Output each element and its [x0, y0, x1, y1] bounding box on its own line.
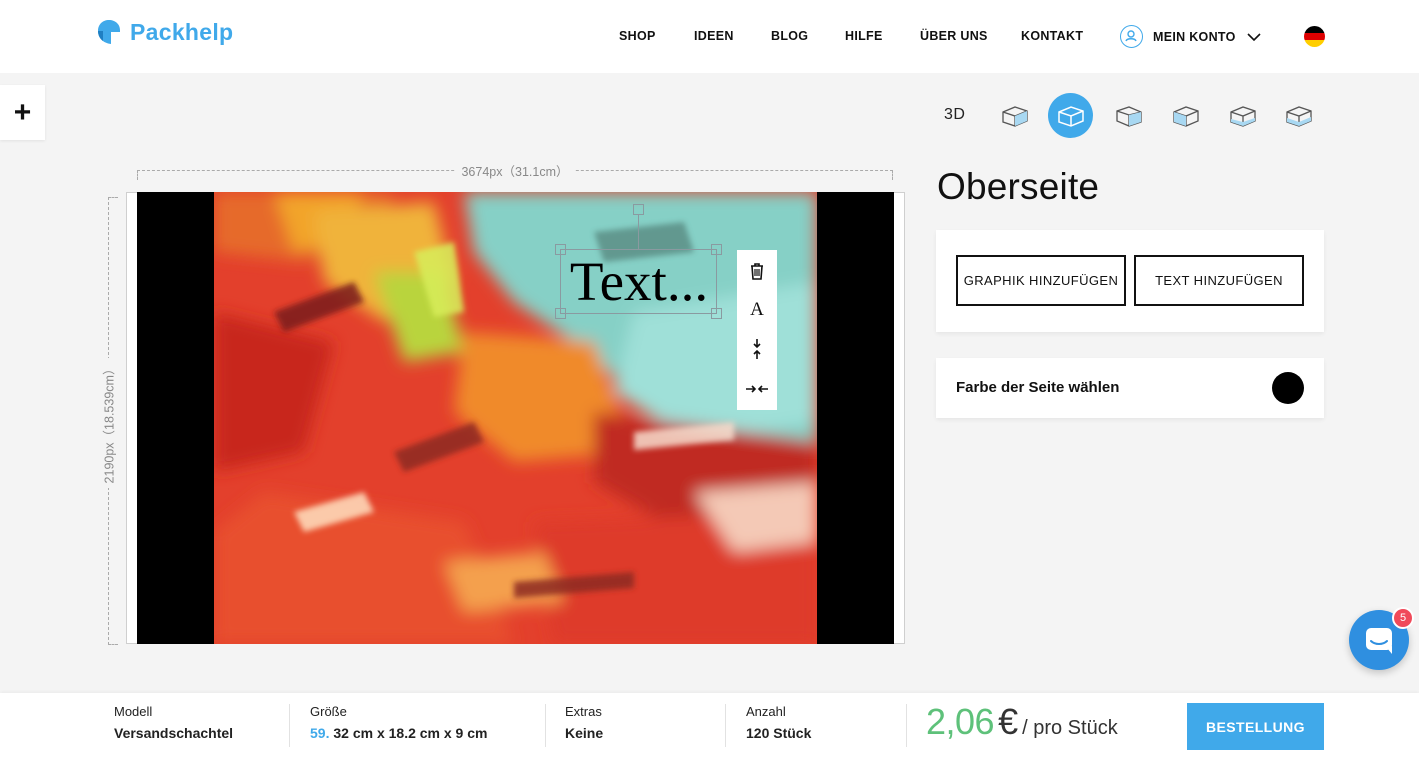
canvas-text-element[interactable]: Text...: [561, 249, 717, 314]
model-value: Versandschachtel: [114, 725, 234, 741]
resize-handle-top-left[interactable]: [555, 244, 566, 255]
view-3d-button[interactable]: 3D: [944, 106, 965, 124]
nav-ueber-uns[interactable]: ÜBER UNS: [920, 29, 988, 43]
resize-handle-top-right[interactable]: [711, 244, 722, 255]
nav-kontakt[interactable]: KONTAKT: [1021, 29, 1083, 43]
nav-hilfe[interactable]: HILFE: [845, 29, 883, 43]
text-tools-panel: A: [737, 250, 777, 410]
font-icon[interactable]: A: [737, 295, 777, 325]
account-label: MEIN KONTO: [1153, 29, 1236, 44]
side-color-swatch[interactable]: [1272, 372, 1304, 404]
footer-divider: [906, 704, 907, 747]
rotate-handle[interactable]: [633, 204, 644, 215]
footer-divider: [545, 704, 546, 747]
model-label: Modell: [114, 704, 153, 719]
order-summary-bar: Modell Versandschachtel Größe 59. 32 cm …: [0, 693, 1419, 760]
account-menu[interactable]: MEIN KONTO: [1120, 25, 1262, 48]
unit-price: 2,06 € / pro Stück: [926, 701, 1118, 743]
nav-blog[interactable]: BLOG: [771, 29, 808, 43]
add-content-card: GRAPHIK HINZUFÜGEN TEXT HINZUFÜGEN: [936, 230, 1324, 332]
rotate-handle-line: [638, 214, 639, 249]
price-currency: €: [998, 701, 1019, 742]
box-view-6-icon[interactable]: [1276, 93, 1321, 138]
chevron-down-icon: [1247, 32, 1261, 41]
nav-shop[interactable]: SHOP: [619, 29, 656, 43]
quantity-value: 120 Stück: [746, 725, 812, 741]
box-view-5-icon[interactable]: [1220, 93, 1265, 138]
line-height-icon[interactable]: [737, 334, 777, 364]
quantity-label: Anzahl: [746, 704, 786, 719]
footer-divider: [289, 704, 290, 747]
box-view-4-icon[interactable]: [1163, 93, 1208, 138]
add-text-button[interactable]: TEXT HINZUFÜGEN: [1134, 255, 1304, 306]
de-flag-icon[interactable]: [1304, 26, 1325, 47]
order-button[interactable]: BESTELLUNG: [1187, 703, 1324, 750]
extras-value: Keine: [565, 725, 604, 741]
box-view-3-icon[interactable]: [1106, 93, 1151, 138]
size-dimensions: 32 cm x 18.2 cm x 9 cm: [333, 725, 488, 741]
size-value: 59. 32 cm x 18.2 cm x 9 cm: [310, 725, 487, 741]
width-dimension-label: 3674px（31.1cm）: [455, 158, 575, 182]
footer-divider: [725, 704, 726, 747]
price-unit: / pro Stück: [1022, 717, 1118, 739]
uploaded-artwork-image[interactable]: [214, 192, 817, 644]
nav-ideen[interactable]: IDEEN: [694, 29, 734, 43]
size-code: 59.: [310, 725, 330, 741]
box-view-top-icon[interactable]: [1048, 93, 1093, 138]
view-switcher: 3D: [0, 93, 1419, 138]
letter-spacing-icon[interactable]: [737, 374, 777, 404]
box-view-1-icon[interactable]: [992, 93, 1037, 138]
model-summary[interactable]: Modell Versandschachtel: [114, 704, 233, 741]
side-title: Oberseite: [937, 166, 1100, 207]
quantity-summary[interactable]: Anzahl 120 Stück: [746, 704, 811, 741]
design-canvas[interactable]: [137, 192, 894, 644]
extras-label: Extras: [565, 704, 602, 719]
chat-unread-badge: 5: [1392, 607, 1414, 629]
user-icon: [1120, 25, 1143, 48]
resize-handle-bottom-left[interactable]: [555, 308, 566, 319]
price-value: 2,06: [926, 701, 995, 742]
extras-summary[interactable]: Extras Keine: [565, 704, 603, 741]
height-dimension-text: 2190px（18.539cm）: [102, 362, 117, 484]
height-dimension-label: 2190px（18.539cm）: [95, 358, 121, 488]
add-graphic-button[interactable]: GRAPHIK HINZUFÜGEN: [956, 255, 1126, 306]
top-header: Packhelp SHOP IDEEN BLOG HILFE ÜBER UNS …: [0, 0, 1419, 73]
side-color-label: Farbe der Seite wählen: [956, 379, 1120, 396]
size-summary[interactable]: Größe 59. 32 cm x 18.2 cm x 9 cm: [310, 704, 487, 741]
side-color-card[interactable]: Farbe der Seite wählen: [936, 358, 1324, 418]
size-label: Größe: [310, 704, 347, 719]
resize-handle-bottom-right[interactable]: [711, 308, 722, 319]
trash-icon[interactable]: [737, 256, 777, 286]
